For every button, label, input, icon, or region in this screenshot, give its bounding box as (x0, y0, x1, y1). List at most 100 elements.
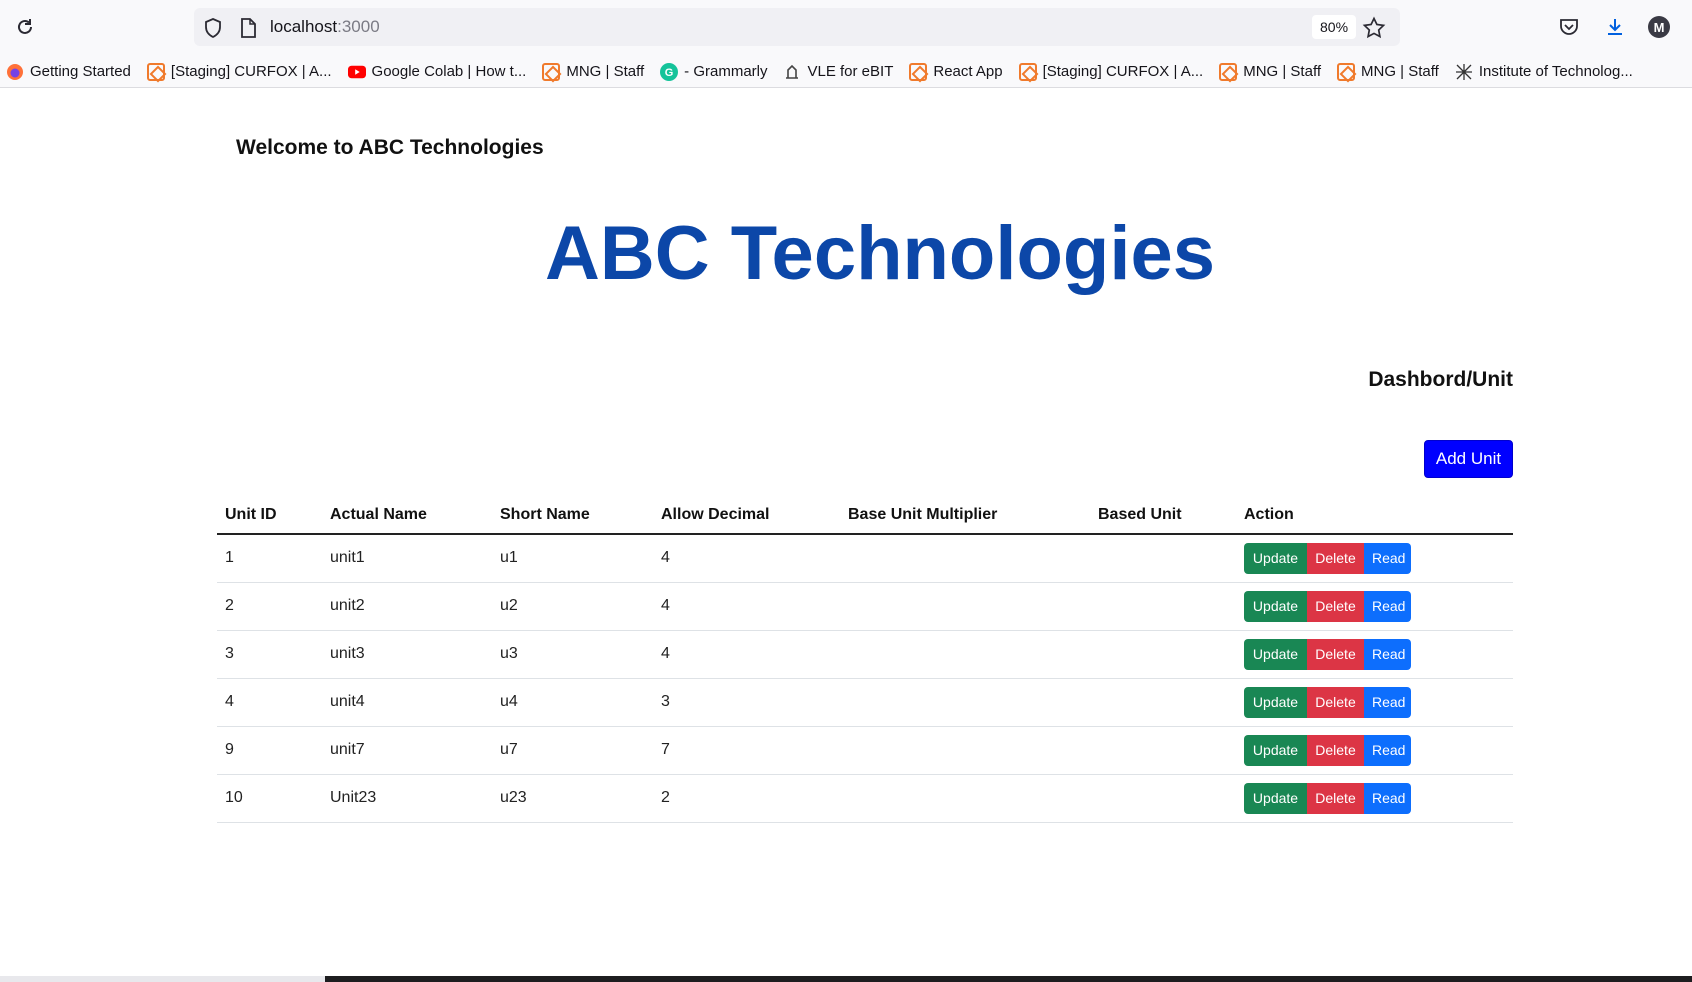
cell-base-unit-multiplier (840, 582, 1090, 631)
curfox-icon (146, 62, 165, 81)
cell-based-unit (1090, 582, 1236, 631)
table-row: 3 unit3 u3 4 Update Delete Read (217, 630, 1513, 679)
bookmark-item[interactable]: MNG | Staff (1337, 62, 1439, 81)
update-button[interactable]: Update (1244, 782, 1307, 814)
cell-actual-name: unit7 (322, 726, 492, 775)
table-row: 2 unit2 u2 4 Update Delete Read (217, 582, 1513, 631)
star-icon[interactable] (1362, 16, 1386, 40)
bookmark-item[interactable]: Google Colab | How t... (347, 63, 527, 81)
bookmark-item[interactable]: React App (909, 62, 1003, 81)
table-row: 10 Unit23 u23 2 Update Delete Read (217, 774, 1513, 823)
url-host: localhost (270, 17, 338, 36)
curfox-icon (1219, 62, 1238, 81)
read-button[interactable]: Read (1364, 686, 1411, 718)
header-actual-name: Actual Name (322, 494, 492, 535)
bookmark-item[interactable]: [Staging] CURFOX | A... (1018, 62, 1203, 81)
read-button[interactable]: Read (1364, 542, 1411, 574)
url-text[interactable]: localhost:3000 (270, 17, 380, 37)
firefox-icon (6, 63, 24, 81)
read-button[interactable]: Read (1364, 734, 1411, 766)
cell-actual-name: unit2 (322, 582, 492, 631)
cell-allow-decimal: 4 (653, 582, 840, 631)
delete-button[interactable]: Delete (1307, 782, 1364, 814)
bookmark-item[interactable]: MNG | Staff (542, 62, 645, 81)
update-button[interactable]: Update (1244, 590, 1307, 622)
url-port: :3000 (337, 17, 380, 36)
bookmark-label: React App (933, 63, 1003, 80)
read-button[interactable]: Read (1364, 590, 1411, 622)
taskbar-strip (0, 976, 1692, 982)
cell-action: Update Delete Read (1236, 534, 1513, 583)
header-based-unit: Based Unit (1090, 494, 1236, 535)
cell-allow-decimal: 3 (653, 678, 840, 727)
vle-icon (783, 63, 801, 81)
account-avatar[interactable]: M (1646, 14, 1672, 40)
download-icon[interactable] (1602, 14, 1628, 40)
url-bar[interactable]: localhost:3000 80% (194, 8, 1400, 46)
update-button[interactable]: Update (1244, 686, 1307, 718)
cell-short-name: u3 (492, 630, 653, 679)
avatar-letter: M (1648, 16, 1670, 38)
shield-icon[interactable] (202, 17, 224, 39)
table-header-row: Unit ID Actual Name Short Name Allow Dec… (217, 494, 1513, 535)
table-row: 4 unit4 u4 3 Update Delete Read (217, 678, 1513, 727)
bookmark-item[interactable]: Getting Started (6, 63, 131, 81)
reload-icon[interactable] (12, 14, 38, 40)
delete-button[interactable]: Delete (1307, 734, 1364, 766)
bookmark-label: - Grammarly (684, 63, 768, 80)
hero-title: ABC Technologies (545, 211, 1215, 296)
read-button[interactable]: Read (1364, 782, 1411, 814)
add-unit-button[interactable]: Add Unit (1424, 440, 1513, 478)
institute-icon (1455, 63, 1473, 81)
delete-button[interactable]: Delete (1307, 686, 1364, 718)
cell-actual-name: Unit23 (322, 774, 492, 823)
bookmark-item[interactable]: VLE for eBIT (783, 63, 893, 81)
update-button[interactable]: Update (1244, 734, 1307, 766)
delete-button[interactable]: Delete (1307, 542, 1364, 574)
bookmark-item[interactable]: Institute of Technolog... (1455, 63, 1633, 81)
cell-allow-decimal: 4 (653, 534, 840, 583)
cell-action: Update Delete Read (1236, 630, 1513, 679)
cell-allow-decimal: 4 (653, 630, 840, 679)
cell-base-unit-multiplier (840, 726, 1090, 775)
cell-unit-id: 1 (217, 534, 322, 583)
cell-unit-id: 10 (217, 774, 322, 823)
cell-allow-decimal: 2 (653, 774, 840, 823)
bookmark-label: [Staging] CURFOX | A... (170, 63, 332, 80)
header-short-name: Short Name (492, 494, 653, 535)
zoom-indicator[interactable]: 80% (1312, 15, 1357, 39)
header-base-unit-multiplier: Base Unit Multiplier (840, 494, 1090, 535)
bookmark-label: Institute of Technolog... (1478, 63, 1633, 80)
cell-based-unit (1090, 774, 1236, 823)
cell-action: Update Delete Read (1236, 678, 1513, 727)
update-button[interactable]: Update (1244, 638, 1307, 670)
bookmark-label: Google Colab | How t... (371, 63, 527, 80)
cell-based-unit (1090, 726, 1236, 775)
bookmark-label: MNG | Staff (1361, 63, 1439, 80)
curfox-icon (1018, 62, 1037, 81)
bookmark-item[interactable]: G - Grammarly (660, 62, 768, 81)
table-row: 1 unit1 u1 4 Update Delete Read (217, 534, 1513, 583)
cell-unit-id: 3 (217, 630, 322, 679)
cell-base-unit-multiplier (840, 534, 1090, 583)
cell-allow-decimal: 7 (653, 726, 840, 775)
cell-short-name: u2 (492, 582, 653, 631)
cell-action: Update Delete Read (1236, 774, 1513, 823)
read-button[interactable]: Read (1364, 638, 1411, 670)
pocket-icon[interactable] (1556, 14, 1582, 40)
table-row: 9 unit7 u7 7 Update Delete Read (217, 726, 1513, 775)
header-allow-decimal: Allow Decimal (653, 494, 840, 535)
bookmark-label: MNG | Staff (566, 63, 645, 80)
cell-based-unit (1090, 678, 1236, 727)
update-button[interactable]: Update (1244, 542, 1307, 574)
delete-button[interactable]: Delete (1307, 638, 1364, 670)
svg-text:G: G (665, 67, 674, 79)
breadcrumb: Dashbord/Unit (1368, 368, 1513, 391)
bookmark-item[interactable]: [Staging] CURFOX | A... (146, 62, 332, 81)
bookmark-label: MNG | Staff (1243, 63, 1322, 80)
cell-action: Update Delete Read (1236, 582, 1513, 631)
page-icon[interactable] (238, 17, 258, 39)
delete-button[interactable]: Delete (1307, 590, 1364, 622)
cell-actual-name: unit3 (322, 630, 492, 679)
bookmark-item[interactable]: MNG | Staff (1219, 62, 1322, 81)
